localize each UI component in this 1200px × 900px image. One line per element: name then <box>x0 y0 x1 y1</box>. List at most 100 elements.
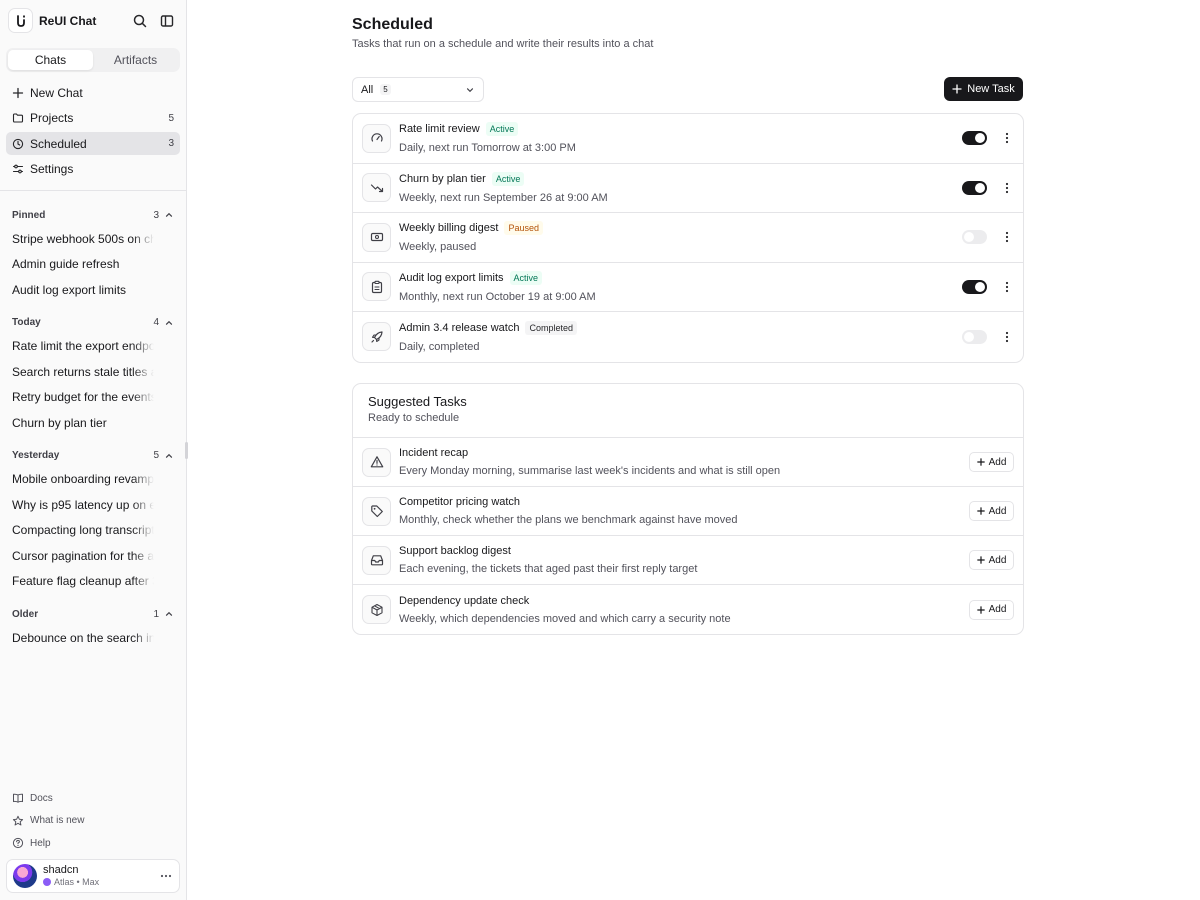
task-row[interactable]: Rate limit review Active Daily, next run T… <box>353 114 1023 164</box>
task-row[interactable]: Admin 3.4 release watch Completed Daily, c… <box>353 312 1023 362</box>
group-header[interactable]: Older 1 <box>6 603 180 625</box>
whats-new-link[interactable]: What is new <box>6 810 180 833</box>
help-link[interactable]: Help <box>6 832 180 855</box>
chat-title: Cursor pagination for the audit <box>12 548 154 563</box>
filter-count-badge: 5 <box>380 84 391 95</box>
more-vertical-icon[interactable] <box>1000 230 1014 244</box>
suggested-task-description: Weekly, which dependencies moved and whi… <box>399 612 731 625</box>
suggested-task-name: Incident recap <box>399 447 469 459</box>
group-title: Yesterday <box>12 450 60 461</box>
suggested-task-description: Monthly, check whether the plans we benc… <box>399 514 738 526</box>
chevron-up-icon <box>164 210 174 220</box>
sidebar-resize-handle[interactable] <box>185 442 188 459</box>
tab-chats[interactable]: Chats <box>8 50 93 70</box>
task-enabled-toggle[interactable] <box>962 230 987 245</box>
sidebar-toggle-icon[interactable] <box>159 13 175 29</box>
chat-history-item[interactable]: Admin guide refresh <box>6 252 180 278</box>
chat-history-item[interactable]: Cursor pagination for the audit <box>6 543 180 569</box>
suggested-tasks-card: Suggested Tasks Ready to schedule Incide… <box>352 383 1024 635</box>
chat-title: Audit log export limits <box>12 282 127 297</box>
chat-history-item[interactable]: Retry budget for the events queue <box>6 385 180 411</box>
sidebar-divider <box>0 190 186 191</box>
task-row[interactable]: Audit log export limits Active Monthly, ne… <box>353 263 1023 312</box>
search-icon[interactable] <box>132 13 148 29</box>
chat-history-item[interactable]: Debounce on the search input <box>6 625 180 651</box>
add-suggested-task-button[interactable]: Add <box>969 501 1014 521</box>
chat-title: Churn by plan tier <box>12 415 107 430</box>
suggested-task-description: Each evening, the tickets that aged past… <box>399 563 698 575</box>
suggested-subtitle: Ready to schedule <box>368 412 460 424</box>
chat-history-item[interactable]: Stripe webhook 500s on charge <box>6 226 180 252</box>
more-vertical-icon[interactable] <box>1000 330 1014 344</box>
tab-artifacts[interactable]: Artifacts <box>93 50 178 70</box>
group-count: 5 <box>153 450 159 461</box>
scheduled-tasks-list: Rate limit review Active Daily, next run T… <box>352 113 1024 363</box>
group-header[interactable]: Yesterday 5 <box>6 445 180 467</box>
task-row[interactable]: Churn by plan tier Active Weekly, next run… <box>353 164 1023 213</box>
task-name: Weekly billing digest <box>399 222 499 235</box>
chat-history-item[interactable]: Compacting long transcripts <box>6 518 180 544</box>
add-suggested-task-button[interactable]: Add <box>969 452 1014 472</box>
sidebar-item-new-chat[interactable]: New Chat <box>6 81 180 104</box>
sidebar-item-projects[interactable]: Projects 5 <box>6 107 180 130</box>
task-schedule: Daily, next run Tomorrow at 3:00 PM <box>399 142 576 155</box>
sidebar-item-settings[interactable]: Settings <box>6 158 180 181</box>
more-vertical-icon[interactable] <box>1000 131 1014 145</box>
chat-history-item[interactable]: Feature flag cleanup after 3.4 <box>6 569 180 595</box>
status-badge: Active <box>485 122 519 137</box>
suggested-header: Suggested Tasks Ready to schedule <box>353 384 1023 438</box>
group-header[interactable]: Pinned 3 <box>6 204 180 226</box>
task-enabled-toggle[interactable] <box>962 131 987 146</box>
chat-title: Stripe webhook 500s on charge <box>12 231 154 246</box>
toggle-knob <box>975 281 985 292</box>
group-header[interactable]: Today 4 <box>6 312 180 334</box>
clipboard-icon <box>362 272 391 302</box>
sidebar-nav: New Chat Projects 5 Scheduled 3 Settings <box>6 81 180 183</box>
more-vertical-icon[interactable] <box>1000 181 1014 195</box>
plus-icon <box>976 507 985 515</box>
task-enabled-toggle[interactable] <box>962 329 987 344</box>
suggested-task-name: Dependency update check <box>399 594 530 607</box>
whats-new-label: What is new <box>30 815 85 827</box>
page-title: Scheduled <box>352 16 433 33</box>
suggested-title: Suggested Tasks <box>368 394 467 409</box>
group-title: Older <box>12 608 39 620</box>
more-horizontal-icon[interactable] <box>159 869 173 883</box>
user-name: shadcn <box>43 864 79 876</box>
suggested-task-row: Competitor pricing watch Monthly, check w… <box>353 487 1023 536</box>
toggle-knob <box>975 133 985 144</box>
user-menu[interactable]: shadcn Atlas • Max <box>6 859 180 893</box>
plus-icon <box>976 605 985 614</box>
sidebar-tabs: Chats Artifacts <box>6 48 180 72</box>
brand[interactable]: ReUI Chat <box>8 8 96 33</box>
chevron-down-icon <box>465 85 475 95</box>
chat-history-item[interactable]: Search returns stale titles after <box>6 359 180 385</box>
new-task-button[interactable]: New Task <box>944 77 1023 101</box>
more-vertical-icon[interactable] <box>1000 280 1014 294</box>
help-circle-icon <box>12 837 24 849</box>
chat-history-item[interactable]: Rate limit the export endpoint <box>6 334 180 360</box>
chat-history-item[interactable]: Why is p95 latency up on eu <box>6 492 180 518</box>
sidebar-item-scheduled[interactable]: Scheduled 3 <box>6 132 180 155</box>
chat-title: Why is p95 latency up on eu <box>12 497 154 512</box>
docs-link[interactable]: Docs <box>6 787 180 810</box>
add-suggested-task-button[interactable]: Add <box>969 550 1014 570</box>
add-suggested-task-button[interactable]: Add <box>969 599 1014 620</box>
folder-icon <box>12 112 24 124</box>
suggested-task-row: Support backlog digest Each evening, the … <box>353 536 1023 585</box>
task-row[interactable]: Weekly billing digest Paused Weekly, pause… <box>353 213 1023 263</box>
help-label: Help <box>30 837 51 849</box>
book-icon <box>12 792 24 804</box>
chat-history-item[interactable]: Mobile onboarding revamp spec <box>6 467 180 493</box>
chat-history-item[interactable]: Audit log export limits <box>6 277 180 303</box>
chat-history-item[interactable]: Churn by plan tier <box>6 410 180 436</box>
suggested-task-name: Support backlog digest <box>399 545 511 557</box>
status-filter-select[interactable]: All 5 <box>352 77 484 102</box>
task-enabled-toggle[interactable] <box>962 180 987 195</box>
inbox-icon <box>362 545 391 575</box>
group-count: 4 <box>153 317 159 328</box>
trending-down-icon <box>362 173 391 203</box>
group-title: Pinned <box>12 209 46 221</box>
avatar <box>13 864 37 888</box>
task-enabled-toggle[interactable] <box>962 279 987 294</box>
